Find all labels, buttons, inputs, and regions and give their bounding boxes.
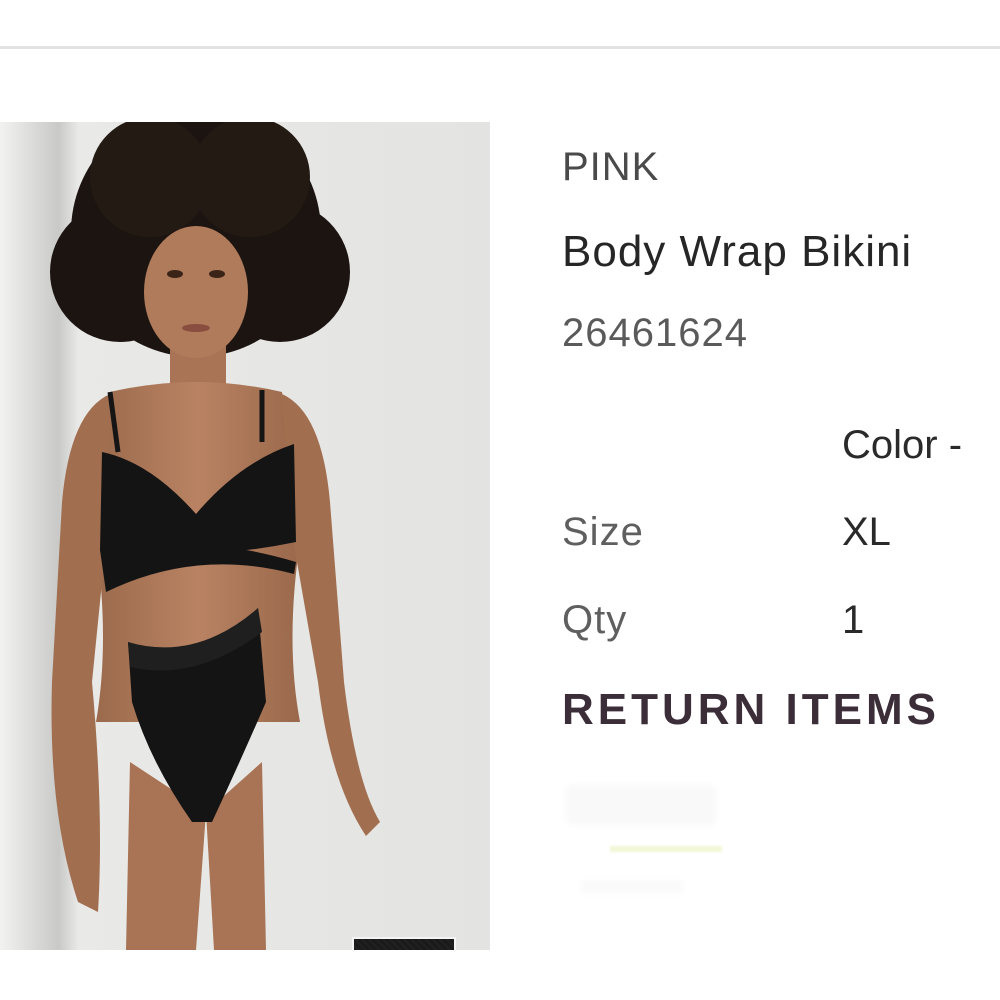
color-swatch[interactable] <box>352 937 456 950</box>
product-title[interactable]: Body Wrap Bikini <box>562 230 912 274</box>
blurred-line <box>610 846 722 852</box>
qty-value: 1 <box>842 598 865 642</box>
return-items-button[interactable]: RETURN ITEMS <box>562 688 940 732</box>
model-photo-illustration <box>0 122 490 950</box>
color-label: Color - <box>842 423 963 467</box>
item-number: 26461624 <box>562 311 748 355</box>
product-image[interactable] <box>0 122 490 950</box>
size-value: XL <box>842 510 891 554</box>
blurred-price <box>566 785 716 825</box>
qty-label: Qty <box>562 598 628 642</box>
brand-name: PINK <box>562 145 660 189</box>
blurred-line <box>582 880 682 894</box>
header-divider <box>0 46 1000 49</box>
order-item-page: PINK Body Wrap Bikini 26461624 Color - S… <box>0 0 1000 1000</box>
size-label: Size <box>562 510 644 554</box>
